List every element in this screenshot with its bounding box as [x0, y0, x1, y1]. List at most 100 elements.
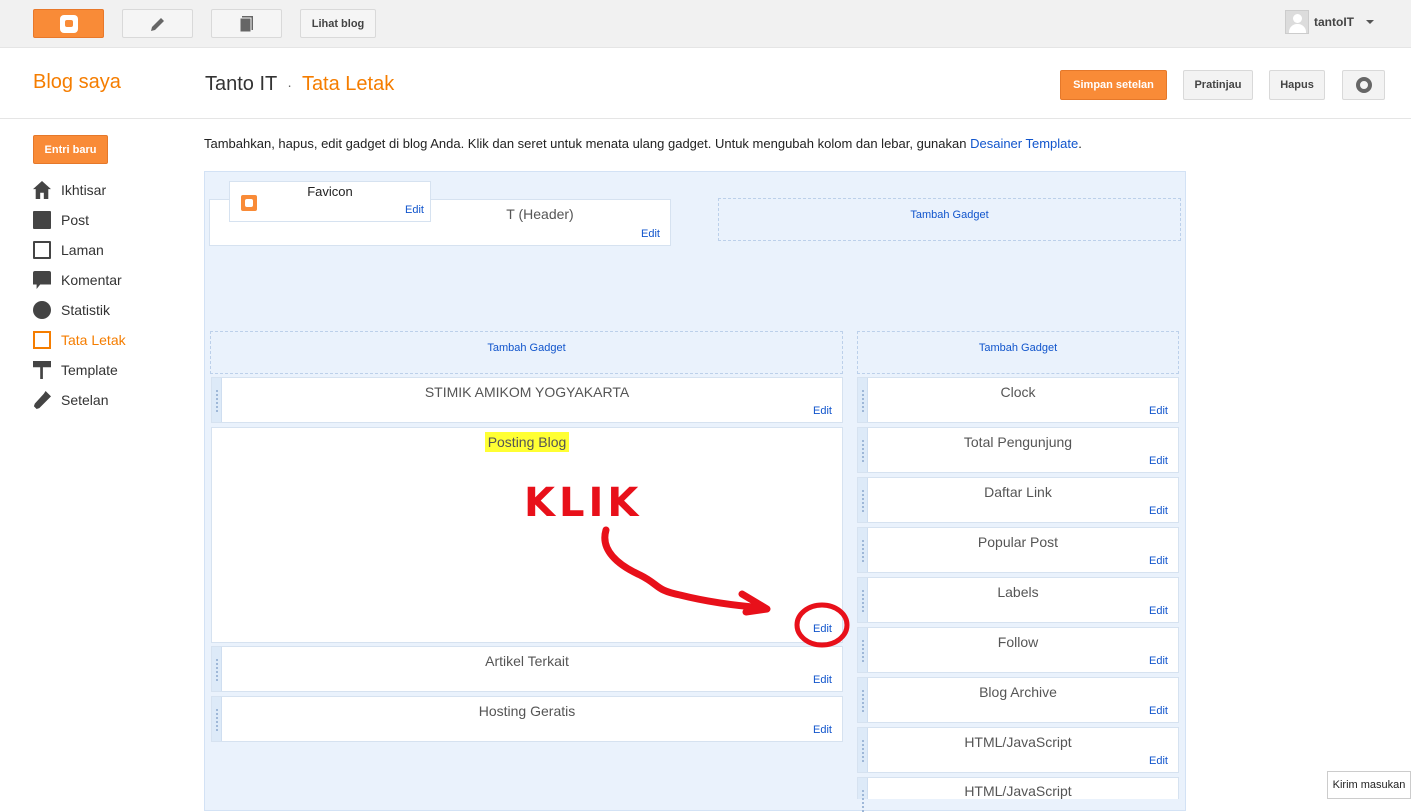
pages-icon [239, 15, 253, 32]
gear-icon [1355, 77, 1372, 93]
gadget-posting-blog[interactable]: Posting Blog Edit [211, 427, 843, 643]
gadget-title: Follow [997, 634, 1039, 650]
sidebar-item-comments[interactable]: Komentar [33, 265, 193, 295]
page-title: Tata Letak [301, 73, 395, 95]
layout-instructions: Tambahkan, hapus, edit gadget di blog An… [204, 136, 1082, 151]
send-feedback-button[interactable]: Kirim masukan [1327, 771, 1411, 799]
gadget-title: Daftar Link [984, 484, 1052, 500]
gadget-artikel-terkait[interactable]: Artikel Terkait Edit [211, 646, 843, 692]
user-name: tantoIT [1314, 15, 1354, 29]
gadget-title: Total Pengunjung [963, 434, 1073, 450]
sidebar-item-label: Komentar [61, 272, 122, 288]
user-menu[interactable]: tantoIT [1285, 10, 1374, 34]
edit-link[interactable]: Edit [1149, 455, 1168, 467]
gadget-total-pengunjung[interactable]: Total Pengunjung Edit [857, 427, 1179, 473]
add-gadget-link[interactable]: Tambah Gadget [211, 332, 842, 354]
sidebar-item-label: Ikhtisar [61, 182, 107, 198]
pages-button[interactable] [211, 9, 282, 38]
edit-link[interactable]: Edit [1149, 755, 1168, 767]
page-header: Blog saya Tanto IT · Tata Letak Simpan s… [0, 49, 1411, 119]
gadget-blog-archive[interactable]: Blog Archive Edit [857, 677, 1179, 723]
sidebar-item-settings[interactable]: Setelan [33, 385, 193, 415]
sidebar-item-label: Laman [61, 242, 104, 258]
sidebar-item-overview[interactable]: Ikhtisar [33, 175, 193, 205]
save-settings-button[interactable]: Simpan setelan [1060, 70, 1167, 100]
edit-link[interactable]: Edit [405, 204, 424, 216]
gadget-hosting-geratis[interactable]: Hosting Geratis Edit [211, 696, 843, 742]
gadget-title: Posting Blog [212, 432, 842, 452]
new-post-button[interactable]: Entri baru [33, 135, 108, 164]
gadget-title: HTML/JavaScript [964, 734, 1072, 750]
blogger-logo-button[interactable] [33, 9, 104, 38]
edit-link[interactable]: Edit [1149, 405, 1168, 417]
breadcrumb: Tanto IT · Tata Letak [205, 73, 394, 96]
sidebar-item-label: Statistik [61, 302, 111, 318]
blog-name[interactable]: Tanto IT [205, 73, 277, 96]
edit-link[interactable]: Edit [1149, 655, 1168, 667]
template-designer-link[interactable]: Desainer Template [970, 136, 1078, 151]
top-bar: Lihat blog tantoIT [0, 0, 1411, 48]
add-gadget-link[interactable]: Tambah Gadget [719, 199, 1180, 221]
sidebar-item-label: Tata Letak [61, 332, 126, 348]
gadget-title: Clock [1000, 384, 1036, 400]
pencil-icon [150, 17, 164, 31]
edit-link[interactable]: Edit [813, 724, 832, 736]
sidebar-item-label: Template [61, 362, 118, 378]
view-blog-button[interactable]: Lihat blog [300, 9, 376, 38]
comment-icon [33, 271, 51, 289]
preview-button[interactable]: Pratinjau [1183, 70, 1253, 100]
gadget-daftar-link[interactable]: Daftar Link Edit [857, 477, 1179, 523]
page-icon [33, 241, 51, 259]
gadget-stimik[interactable]: STIMIK AMIKOM YOGYAKARTA Edit [211, 377, 843, 423]
gadget-title: Favicon [307, 184, 353, 199]
post-icon [33, 211, 51, 229]
gadget-labels[interactable]: Labels Edit [857, 577, 1179, 623]
gadget-html-javascript-2[interactable]: HTML/JavaScript [857, 777, 1179, 812]
gadget-follow[interactable]: Follow Edit [857, 627, 1179, 673]
edit-link[interactable]: Edit [813, 623, 832, 635]
blogger-logo-icon [59, 14, 78, 33]
gadget-title: Popular Post [977, 534, 1059, 550]
edit-link[interactable]: Edit [1149, 705, 1168, 717]
settings-button[interactable] [1342, 70, 1385, 100]
sidebar-item-pages[interactable]: Laman [33, 235, 193, 265]
sidebar-item-label: Post [61, 212, 90, 228]
edit-link[interactable]: Edit [813, 674, 832, 686]
sidebar-nav: Ikhtisar Post Laman Komentar Statistik T… [33, 175, 193, 415]
add-gadget-header-right: Tambah Gadget [718, 198, 1181, 241]
breadcrumb-separator: · [287, 76, 292, 93]
add-gadget-sidebar: Tambah Gadget [857, 331, 1179, 374]
edit-link[interactable]: Edit [1149, 555, 1168, 567]
highlighted-title: Posting Blog [484, 432, 570, 452]
sidebar-item-template[interactable]: Template [33, 355, 193, 385]
sidebar-item-layout[interactable]: Tata Letak [33, 325, 193, 355]
edit-link[interactable]: Edit [1149, 605, 1168, 617]
intro-text: Tambahkan, hapus, edit gadget di blog An… [204, 136, 971, 151]
sidebar-item-post[interactable]: Post [33, 205, 193, 235]
add-gadget-main: Tambah Gadget [210, 331, 843, 374]
intro-end: . [1078, 136, 1082, 151]
edit-link[interactable]: Edit [813, 405, 832, 417]
gadget-title: HTML/JavaScript [964, 783, 1072, 799]
settings-icon [33, 391, 51, 409]
favicon-gadget[interactable]: Favicon Edit [229, 181, 431, 222]
my-blog-link[interactable]: Blog saya [33, 71, 121, 94]
home-icon [33, 181, 51, 199]
new-post-pencil-button[interactable] [122, 9, 193, 38]
gadget-title: Blog Archive [979, 684, 1057, 700]
delete-button[interactable]: Hapus [1269, 70, 1325, 100]
caret-down-icon [1366, 20, 1374, 24]
gadget-title: Hosting Geratis [478, 703, 576, 719]
gadget-title: Labels [997, 584, 1039, 600]
edit-link[interactable]: Edit [641, 228, 660, 240]
gadget-clock[interactable]: Clock Edit [857, 377, 1179, 423]
gadget-popular-post[interactable]: Popular Post Edit [857, 527, 1179, 573]
add-gadget-link[interactable]: Tambah Gadget [858, 332, 1178, 354]
stats-icon [33, 301, 51, 319]
edit-link[interactable]: Edit [1149, 505, 1168, 517]
sidebar-item-stats[interactable]: Statistik [33, 295, 193, 325]
layout-icon [33, 331, 51, 349]
avatar-icon [1285, 10, 1309, 34]
gadget-html-javascript[interactable]: HTML/JavaScript Edit [857, 727, 1179, 773]
gadget-title: Artikel Terkait [485, 653, 569, 669]
